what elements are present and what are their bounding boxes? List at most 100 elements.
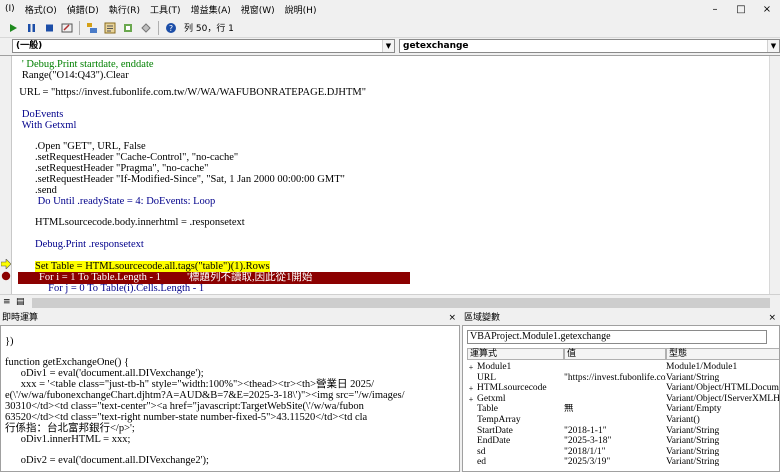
locals-row[interactable]: + Getxml Variant/Object/IServerXMLH bbox=[467, 393, 780, 405]
close-icon[interactable]: × bbox=[768, 312, 776, 325]
code-text: .send bbox=[35, 185, 57, 196]
locals-variable-value bbox=[564, 383, 666, 394]
procedure-view-icon[interactable]: ≡ bbox=[3, 297, 11, 307]
locals-expand-toggle[interactable]: + bbox=[467, 383, 475, 394]
locals-row[interactable]: + HTMLsourcecode Variant/Object/HTMLDocume bbox=[467, 383, 779, 394]
locals-variable-value: "2018/1/1" bbox=[564, 446, 606, 457]
locals-row[interactable]: sd "2018/1/1" Variant/String bbox=[467, 446, 779, 458]
help-icon[interactable]: ? bbox=[164, 21, 178, 35]
locals-variable-type: Variant/String bbox=[666, 457, 720, 468]
code-text: With Getxml bbox=[21, 120, 77, 131]
locals-row[interactable]: TempArray Variant() bbox=[467, 415, 779, 426]
locals-expand-toggle[interactable]: + bbox=[467, 394, 475, 405]
breakpoint-icon[interactable] bbox=[1, 271, 11, 284]
maximize-button[interactable]: □ bbox=[728, 0, 754, 18]
menu-item[interactable]: 視窗(W) bbox=[236, 3, 280, 16]
run-icon[interactable] bbox=[6, 21, 20, 35]
column-header-expression[interactable]: 運算式 bbox=[467, 348, 564, 360]
close-button[interactable]: × bbox=[754, 0, 780, 18]
locals-expand-toggle bbox=[467, 457, 475, 468]
toolbox-icon[interactable] bbox=[139, 21, 153, 35]
locals-variable-type: Variant/String bbox=[666, 436, 720, 447]
locals-row[interactable]: Table 無 Variant/Empty bbox=[467, 404, 779, 415]
menu-item[interactable]: 說明(H) bbox=[280, 3, 322, 16]
immediate-window[interactable]: }) function getExchangeOne() { oDiv1 = ev… bbox=[0, 325, 460, 472]
code-line[interactable]: .setRequestHeader "If-Modified-Since", "… bbox=[14, 174, 345, 186]
code-line[interactable]: HTMLsourcecode.body.innerhtml = .respons… bbox=[14, 217, 245, 229]
locals-variable-value bbox=[564, 415, 666, 426]
immediate-line: oDiv1 = eval('document.all.DIVexchange')… bbox=[5, 368, 204, 379]
immediate-line: 63520</td><td class="text-right number-s… bbox=[5, 412, 368, 423]
properties-icon[interactable] bbox=[103, 21, 117, 35]
menu-item[interactable]: 增益集(A) bbox=[186, 3, 236, 16]
object-dropdown-value: (一般) bbox=[16, 41, 43, 51]
locals-variable-value: "2018-1-1" bbox=[564, 425, 607, 436]
full-module-view-icon[interactable]: ▤ bbox=[16, 297, 25, 307]
code-vertical-scrollbar[interactable] bbox=[769, 56, 780, 294]
code-line[interactable]: URL = "https://invest.fubonlife.com.tw/W… bbox=[14, 87, 366, 99]
locals-row[interactable]: URL "https://invest.fubonlife.com.tVarian… bbox=[467, 373, 779, 384]
locals-header: 運算式 值 型態 bbox=[467, 348, 779, 360]
code-gutter[interactable] bbox=[0, 56, 12, 294]
locals-variable-value: 無 bbox=[564, 404, 574, 415]
project-explorer-icon[interactable] bbox=[85, 21, 99, 35]
locals-context: VBAProject.Module1.getexchange bbox=[467, 330, 767, 344]
reset-icon[interactable] bbox=[42, 21, 56, 35]
procedure-dropdown[interactable]: getexchange ▼ bbox=[399, 39, 780, 53]
code-line[interactable]: Do Until .readyState = 4: DoEvents: Loop bbox=[14, 196, 216, 208]
toolbar: ? 列 50，行 1 bbox=[0, 18, 780, 38]
menu-item[interactable]: 格式(O) bbox=[20, 3, 62, 16]
code-text: For j = 0 To Table(i).Cells.Length - 1 bbox=[48, 283, 205, 294]
code-text: ' Debug.Print startdate, enddate bbox=[21, 59, 154, 70]
menu-item[interactable]: 執行(R) bbox=[104, 3, 145, 16]
object-dropdown[interactable]: (一般) ▼ bbox=[12, 39, 395, 53]
locals-variable-value: "2025/3/19" bbox=[564, 457, 611, 468]
chevron-down-icon: ▼ bbox=[767, 40, 779, 52]
code-editor[interactable]: ' Debug.Print startdate, enddate Range("… bbox=[14, 56, 768, 294]
locals-variable-type: Variant/Object/IServerXMLH bbox=[666, 393, 780, 404]
locals-variable-name: ed bbox=[477, 457, 486, 468]
design-mode-icon[interactable] bbox=[60, 21, 74, 35]
menu-item[interactable]: 工具(T) bbox=[145, 3, 186, 16]
locals-row[interactable]: EndDate "2025-3-18" Variant/String bbox=[467, 436, 779, 447]
locals-row[interactable]: ed "2025/3/19" Variant/String bbox=[467, 457, 779, 468]
locals-variable-name: Table bbox=[477, 404, 498, 415]
code-line[interactable]: With Getxml bbox=[14, 120, 77, 132]
minimize-button[interactable]: – bbox=[702, 0, 728, 18]
locals-expand-toggle bbox=[467, 373, 475, 384]
code-dropdowns: (一般) ▼ getexchange ▼ bbox=[0, 38, 780, 55]
menu-item[interactable]: (I) bbox=[0, 4, 20, 14]
object-browser-icon[interactable] bbox=[121, 21, 135, 35]
menu-item[interactable]: 偵錯(D) bbox=[62, 3, 104, 16]
locals-expand-toggle[interactable]: + bbox=[467, 362, 475, 373]
locals-row[interactable]: + Module1 Module1/Module1 bbox=[467, 362, 779, 373]
column-header-type[interactable]: 型態 bbox=[666, 348, 779, 360]
code-window: ' Debug.Print startdate, enddate Range("… bbox=[0, 55, 780, 311]
close-icon[interactable]: × bbox=[448, 312, 456, 325]
immediate-line: xxx = '<table class="just-tb-h" style="w… bbox=[5, 379, 375, 390]
pause-icon[interactable] bbox=[24, 21, 38, 35]
locals-variable-value bbox=[564, 394, 666, 405]
code-line[interactable]: Range("O14:Q43").Clear bbox=[14, 70, 129, 82]
locals-row[interactable]: StartDate "2018-1-1" Variant/String bbox=[467, 425, 779, 437]
code-horizontal-scrollbar[interactable]: ≡ ▤ bbox=[0, 294, 780, 311]
code-line[interactable]: For j = 0 To Table(i).Cells.Length - 1 bbox=[14, 283, 204, 294]
code-text: URL = "https://invest.fubonlife.com.tw/W… bbox=[19, 87, 367, 98]
locals-expand-toggle bbox=[467, 426, 475, 437]
code-line[interactable]: Debug.Print .responsetext bbox=[14, 239, 144, 251]
locals-variable-name: StartDate bbox=[477, 425, 513, 436]
horizontal-scroll-thumb[interactable] bbox=[32, 298, 770, 308]
svg-text:?: ? bbox=[169, 24, 173, 33]
column-header-value[interactable]: 值 bbox=[564, 348, 666, 360]
immediate-line: function getExchangeOne() { bbox=[5, 357, 129, 368]
immediate-line: oDiv2 = eval('document.all.DIVexchange2'… bbox=[5, 455, 209, 466]
immediate-line: oDiv1.innerHTML = xxx; bbox=[5, 434, 131, 445]
